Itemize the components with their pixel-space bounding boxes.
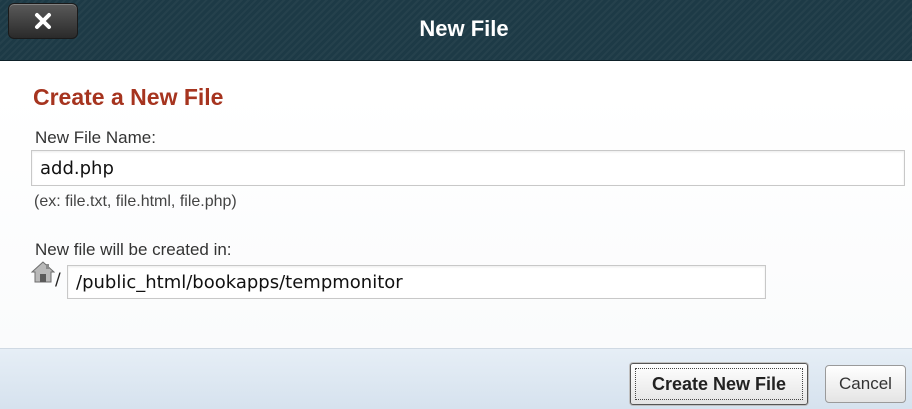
dialog-titlebar: New File	[0, 0, 912, 61]
form-heading: Create a New File	[33, 84, 224, 110]
create-new-file-button[interactable]: Create New File	[630, 363, 808, 405]
location-root-slash: /	[55, 270, 61, 290]
new-file-dialog: New File Create a New File New File Name…	[0, 0, 912, 409]
filename-hint: (ex: file.txt, file.html, file.php)	[34, 193, 237, 210]
home-icon	[31, 261, 55, 283]
cancel-button[interactable]: Cancel	[825, 365, 906, 403]
dialog-footer: Create New File Cancel	[0, 348, 912, 409]
create-new-file-label: Create New File	[635, 368, 803, 400]
dialog-title: New File	[419, 16, 509, 41]
filename-label: New File Name:	[35, 128, 156, 147]
dialog-body: Create a New File New File Name: (ex: fi…	[0, 61, 912, 348]
filename-input[interactable]	[31, 150, 905, 186]
location-label: New file will be created in:	[35, 240, 232, 259]
location-input[interactable]	[67, 265, 766, 299]
